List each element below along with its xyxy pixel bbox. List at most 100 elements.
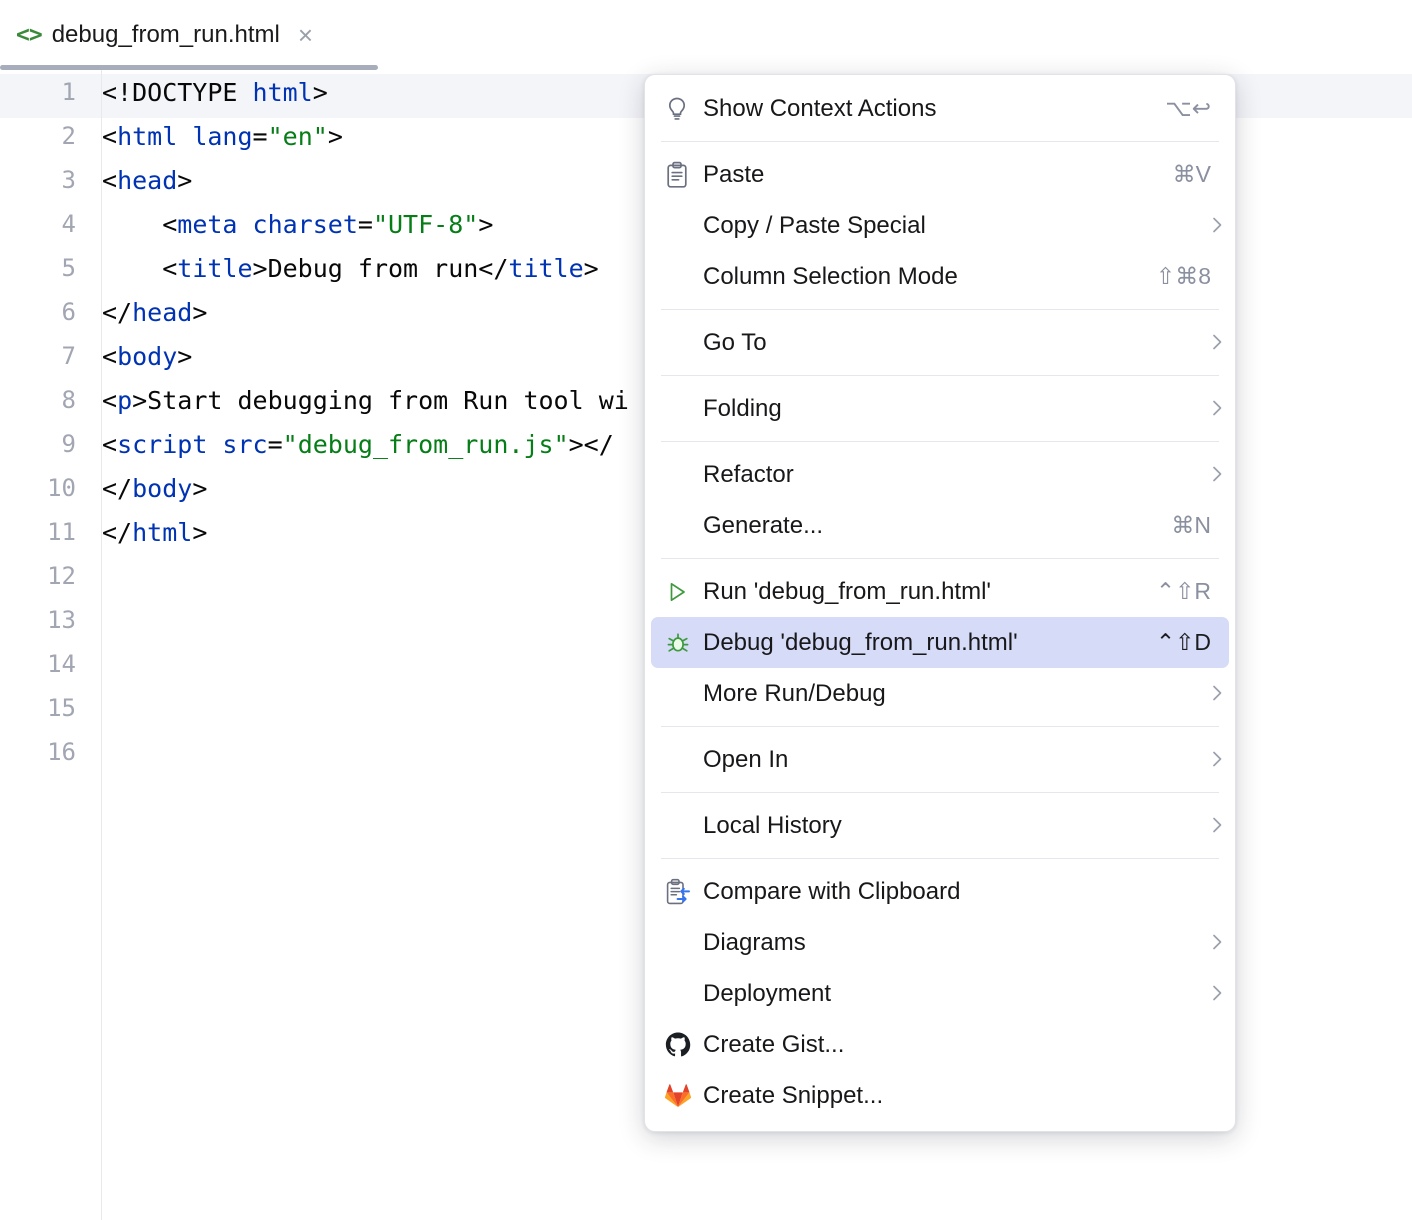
menu-item-create-gist[interactable]: Create Gist... [651,1019,1229,1070]
menu-item-label: Folding [703,397,1195,421]
line-number: 7 [0,342,76,370]
menu-item-label: Go To [703,331,1195,355]
line-number: 1 [0,78,76,106]
line-number: 5 [0,254,76,282]
menu-item-icon-placeholder [665,394,703,424]
menu-item-label: More Run/Debug [703,682,1195,706]
code-line-text: <script src="debug_from_run.js"></ [102,430,614,459]
chevron-right-icon [1195,983,1211,1005]
menu-item-label: Diagrams [703,931,1195,955]
line-number: 12 [0,562,76,590]
chevron-right-icon [1195,749,1211,771]
menu-separator [661,858,1219,859]
run-play-icon [665,577,703,607]
line-number: 14 [0,650,76,678]
menu-separator [661,792,1219,793]
menu-item-shortcut: ⇧⌘8 [1140,265,1211,288]
menu-item-label: Copy / Paste Special [703,214,1195,238]
line-number: 8 [0,386,76,414]
menu-item-go-to[interactable]: Go To [651,317,1229,368]
line-number: 3 [0,166,76,194]
menu-item-deployment[interactable]: Deployment [651,968,1229,1019]
menu-item-refactor[interactable]: Refactor [651,449,1229,500]
ide-editor-window: <> debug_from_run.html × 1 <!DOCTYPE html… [0,0,1412,1220]
menu-item-label: Create Gist... [703,1033,1211,1057]
close-icon[interactable]: × [298,22,313,48]
clipboard-icon [665,160,703,190]
menu-separator [661,141,1219,142]
editor-context-menu[interactable]: Show Context Actions⌥↩ Paste⌘V Copy / Past… [644,74,1236,1132]
code-line-text: <html lang="en"> [102,122,343,151]
chevron-right-icon [1195,464,1211,486]
chevron-right-icon [1195,683,1211,705]
chevron-right-icon [1195,932,1211,954]
menu-item-label: Show Context Actions [703,97,1149,121]
menu-item-icon-placeholder [665,679,703,709]
line-number: 15 [0,694,76,722]
compare-clipboard-icon [665,877,703,907]
menu-item-shortcut: ⌃⇧D [1140,631,1211,654]
code-line-text: <p>Start debugging from Run tool wi [102,386,629,415]
menu-separator [661,726,1219,727]
menu-item-icon-placeholder [665,811,703,841]
line-number: 16 [0,738,76,766]
menu-item-icon-placeholder [665,511,703,541]
chevron-right-icon [1195,215,1211,237]
html-file-icon: <> [16,24,42,47]
menu-item-column-selection-mode[interactable]: Column Selection Mode⇧⌘8 [651,251,1229,302]
menu-item-copy-paste-special[interactable]: Copy / Paste Special [651,200,1229,251]
menu-separator [661,558,1219,559]
menu-item-label: Generate... [703,514,1155,538]
menu-item-label: Create Snippet... [703,1084,1211,1108]
menu-item-icon-placeholder [665,460,703,490]
code-line-text: </body> [102,474,207,503]
editor-tab-debug-from-run-html[interactable]: <> debug_from_run.html × [0,0,331,70]
menu-item-icon-placeholder [665,262,703,292]
lightbulb-icon [665,94,703,124]
chevron-right-icon [1195,332,1211,354]
code-line-text: <head> [102,166,192,195]
code-line-text: <body> [102,342,192,371]
menu-item-generate[interactable]: Generate...⌘N [651,500,1229,551]
code-line-text: <title>Debug from run</title> [102,254,599,283]
chevron-right-icon [1195,815,1211,837]
editor-tab-bar: <> debug_from_run.html × [0,0,1412,70]
line-number: 4 [0,210,76,238]
menu-item-shortcut: ⌃⇧R [1140,580,1211,603]
menu-item-shortcut: ⌥↩ [1149,97,1211,120]
menu-item-label: Debug 'debug_from_run.html' [703,631,1140,655]
menu-item-run-file[interactable]: Run 'debug_from_run.html'⌃⇧R [651,566,1229,617]
menu-item-create-snippet[interactable]: Create Snippet... [651,1070,1229,1121]
menu-item-label: Open In [703,748,1195,772]
line-number: 13 [0,606,76,634]
menu-item-folding[interactable]: Folding [651,383,1229,434]
debug-bug-icon [665,628,703,658]
menu-item-more-run-debug[interactable]: More Run/Debug [651,668,1229,719]
menu-separator [661,309,1219,310]
line-number: 9 [0,430,76,458]
line-number: 10 [0,474,76,502]
menu-item-icon-placeholder [665,928,703,958]
code-line-text: <meta charset="UTF-8"> [102,210,493,239]
gitlab-icon [665,1081,703,1111]
menu-item-label: Column Selection Mode [703,265,1140,289]
menu-item-compare-with-clipboard[interactable]: Compare with Clipboard [651,866,1229,917]
menu-item-label: Refactor [703,463,1195,487]
menu-item-icon-placeholder [665,328,703,358]
github-icon [665,1030,703,1060]
chevron-right-icon [1195,398,1211,420]
menu-item-local-history[interactable]: Local History [651,800,1229,851]
tab-title: debug_from_run.html [52,21,280,49]
menu-item-debug-file[interactable]: Debug 'debug_from_run.html'⌃⇧D [651,617,1229,668]
menu-item-diagrams[interactable]: Diagrams [651,917,1229,968]
menu-item-shortcut: ⌘V [1157,163,1211,186]
code-line-text: <!DOCTYPE html> [102,78,328,107]
menu-item-shortcut: ⌘N [1155,514,1211,537]
menu-item-open-in[interactable]: Open In [651,734,1229,785]
menu-item-icon-placeholder [665,211,703,241]
menu-separator [661,375,1219,376]
menu-item-show-context-actions[interactable]: Show Context Actions⌥↩ [651,83,1229,134]
menu-item-paste[interactable]: Paste⌘V [651,149,1229,200]
menu-item-icon-placeholder [665,979,703,1009]
menu-item-icon-placeholder [665,745,703,775]
